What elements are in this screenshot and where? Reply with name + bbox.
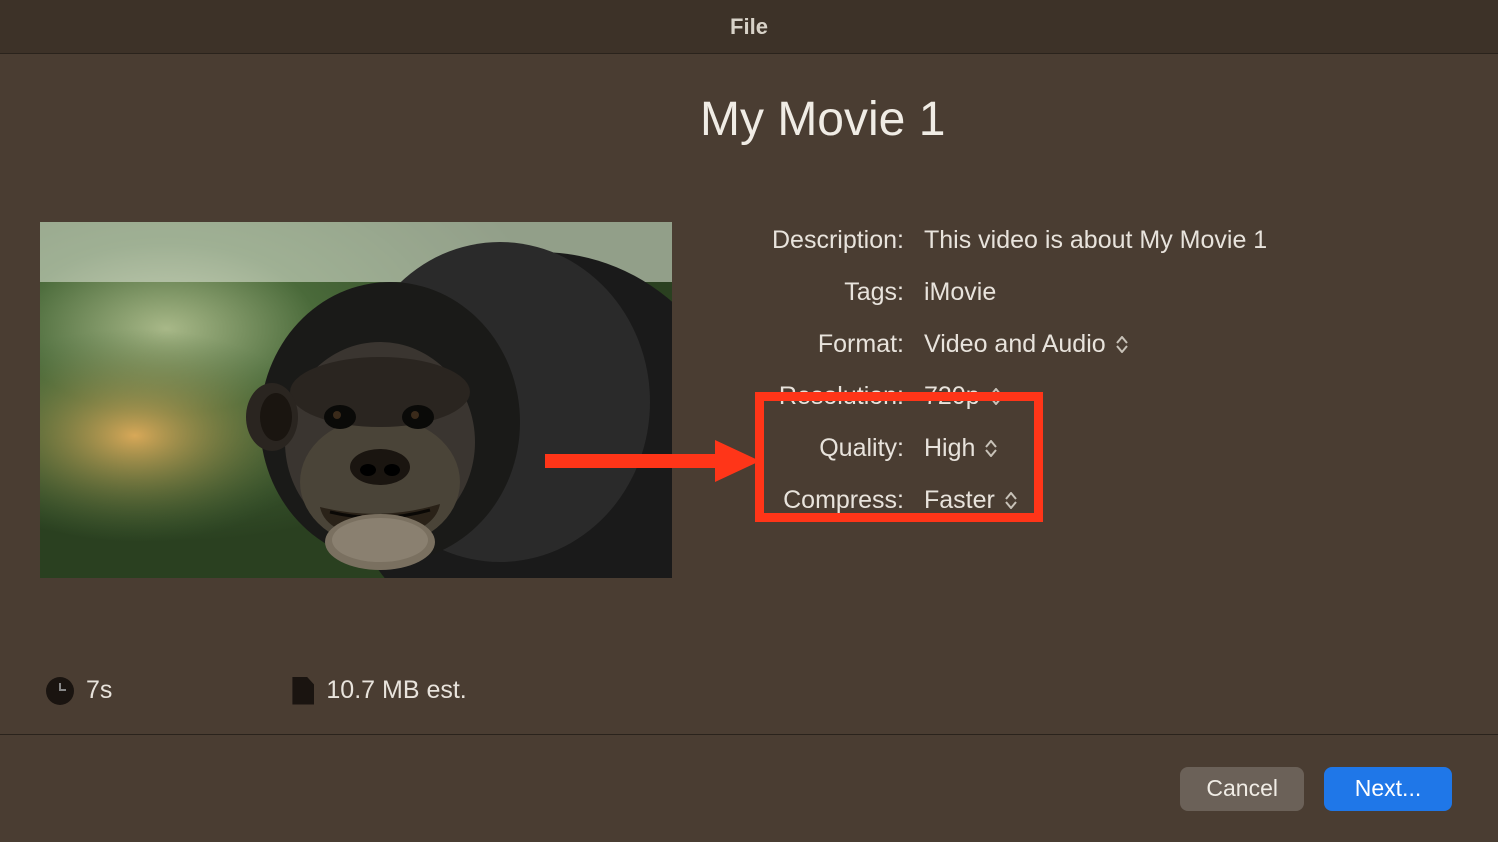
video-thumbnail [40, 222, 672, 578]
quality-select[interactable]: High [908, 434, 997, 463]
resolution-value: 720p [924, 382, 980, 411]
description-label: Description: [700, 226, 908, 255]
cancel-button[interactable]: Cancel [1180, 767, 1304, 811]
dialog-content: My Movie 1 [0, 54, 1498, 734]
titlebar: File [0, 0, 1498, 54]
file-icon [292, 677, 314, 705]
window-title: File [730, 14, 768, 40]
format-select[interactable]: Video and Audio [908, 330, 1128, 359]
quality-label: Quality: [700, 434, 908, 463]
compress-row: Compress: Faster [700, 482, 1400, 518]
tags-field[interactable]: iMovie [908, 278, 996, 307]
export-stats: 7s 10.7 MB est. [46, 676, 467, 705]
duration-stat: 7s [46, 676, 112, 705]
format-label: Format: [700, 330, 908, 359]
updown-icon [1005, 492, 1017, 509]
filesize-value: 10.7 MB est. [326, 676, 466, 705]
resolution-row: Resolution: 720p [700, 378, 1400, 414]
next-button[interactable]: Next... [1324, 767, 1452, 811]
description-value: This video is about My Movie 1 [924, 226, 1267, 255]
resolution-label: Resolution: [700, 382, 908, 411]
tags-value: iMovie [924, 278, 996, 307]
format-row: Format: Video and Audio [700, 326, 1400, 362]
updown-icon [985, 440, 997, 457]
compress-select[interactable]: Faster [908, 486, 1017, 515]
quality-row: Quality: High [700, 430, 1400, 466]
updown-icon [990, 388, 1002, 405]
format-value: Video and Audio [924, 330, 1106, 359]
quality-value: High [924, 434, 975, 463]
clock-icon [46, 677, 74, 705]
tags-label: Tags: [700, 278, 908, 307]
movie-title: My Movie 1 [700, 92, 945, 147]
updown-icon [1116, 336, 1128, 353]
export-settings-form: Description: This video is about My Movi… [700, 222, 1400, 534]
tags-row: Tags: iMovie [700, 274, 1400, 310]
button-bar: Cancel Next... [0, 734, 1498, 842]
duration-value: 7s [86, 676, 112, 705]
description-field[interactable]: This video is about My Movie 1 [908, 226, 1267, 255]
filesize-stat: 10.7 MB est. [292, 676, 466, 705]
compress-label: Compress: [700, 486, 908, 515]
description-row: Description: This video is about My Movi… [700, 222, 1400, 258]
compress-value: Faster [924, 486, 995, 515]
resolution-select[interactable]: 720p [908, 382, 1002, 411]
